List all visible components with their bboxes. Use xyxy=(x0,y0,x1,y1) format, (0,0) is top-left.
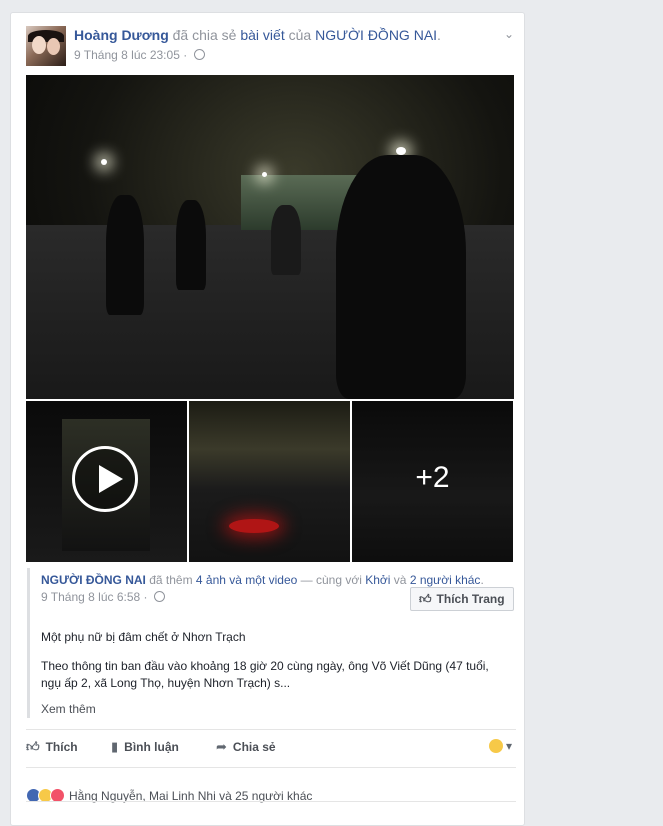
tagged-others-link[interactable]: 2 người khác xyxy=(410,573,481,587)
shared-object-link[interactable]: bài viết xyxy=(240,27,284,43)
tagged-person-link[interactable]: Khởi xyxy=(365,573,390,587)
shared-post: NGƯỜI ĐỒNG NAI đã thêm 4 ảnh và một vide… xyxy=(27,568,520,718)
chevron-down-icon[interactable]: ⌄ xyxy=(504,27,514,41)
thumbs-up-icon: 👍︎ xyxy=(419,592,432,606)
shared-post-meta: 9 Tháng 8 lúc 6:58 · xyxy=(41,590,165,604)
play-icon[interactable] xyxy=(72,446,138,512)
divider xyxy=(26,767,516,768)
avatar[interactable] xyxy=(26,26,66,66)
shared-post-header: NGƯỜI ĐỒNG NAI đã thêm 4 ảnh và một vide… xyxy=(41,573,484,587)
sad-face-icon xyxy=(488,739,503,753)
divider xyxy=(26,801,516,802)
video-thumbnail[interactable] xyxy=(26,401,187,562)
of-text: của xyxy=(288,27,312,43)
media-count-link[interactable]: 4 ảnh và một video xyxy=(196,573,297,587)
main-photo[interactable] xyxy=(26,75,514,399)
comment-icon: ▮ xyxy=(111,739,119,754)
more-photos-count[interactable]: +2 xyxy=(352,461,513,495)
post-meta: 9 Tháng 8 lúc 23:05 · xyxy=(74,48,205,62)
divider xyxy=(26,729,516,730)
share-button[interactable]: ➦ Chia sẻ xyxy=(216,739,276,755)
post-timestamp[interactable]: 9 Tháng 8 lúc 23:05 xyxy=(74,48,180,62)
shared-verb: đã chia sẻ xyxy=(172,27,237,43)
share-icon: ➦ xyxy=(216,739,227,754)
post-header: Hoàng Dương đã chia sẻ bài viết của NGƯỜ… xyxy=(74,27,441,43)
thumbs-up-icon: 👍︎ xyxy=(26,739,40,754)
shared-post-body: Theo thông tin ban đầu vào khoảng 18 giờ… xyxy=(41,659,489,690)
like-button[interactable]: 👍︎ Thích xyxy=(26,739,78,755)
like-page-button[interactable]: 👍︎ Thích Trang xyxy=(410,587,514,611)
shared-page-name[interactable]: NGƯỜI ĐỒNG NAI xyxy=(41,573,146,587)
see-more-link[interactable]: Xem thêm xyxy=(41,702,96,716)
shared-post-title: Một phụ nữ bị đâm chết ở Nhơn Trạch xyxy=(41,630,246,644)
feed-post-card: Hoàng Dương đã chia sẻ bài viết của NGƯỜ… xyxy=(10,12,525,826)
comment-button[interactable]: ▮ Bình luận xyxy=(111,739,179,755)
shared-page-link[interactable]: NGƯỜI ĐỒNG NAI xyxy=(315,27,437,43)
author-name[interactable]: Hoàng Dương xyxy=(74,27,169,43)
chevron-down-icon: ▾ xyxy=(505,739,512,753)
page-background-strip xyxy=(525,0,663,811)
photo-thumbnail[interactable] xyxy=(189,401,350,562)
reaction-selector[interactable]: ▾ xyxy=(488,739,512,753)
post-actions: 👍︎ Thích ▮ Bình luận ➦ Chia sẻ ▾ xyxy=(26,739,516,769)
photo-thumbnail-more[interactable]: +2 xyxy=(352,401,513,562)
shared-post-timestamp[interactable]: 9 Tháng 8 lúc 6:58 xyxy=(41,590,140,604)
globe-icon[interactable] xyxy=(193,49,205,60)
globe-icon[interactable] xyxy=(153,591,165,602)
